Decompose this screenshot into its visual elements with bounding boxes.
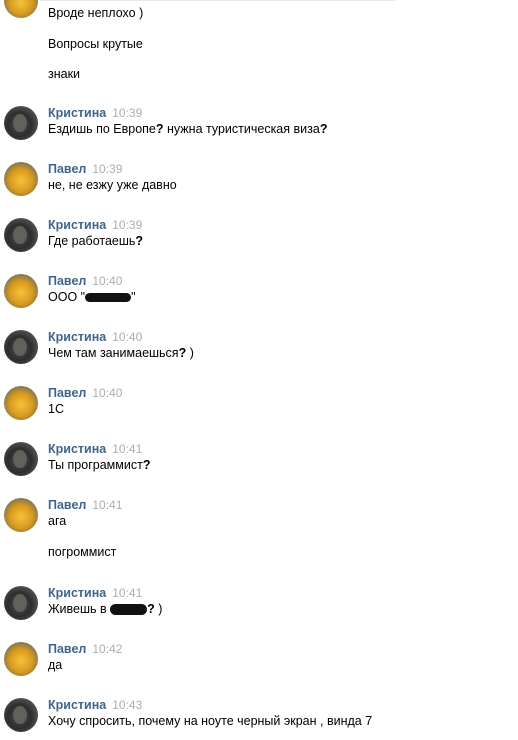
text-fragment: ) — [154, 602, 163, 616]
text-fragment: нужна туристическая виза — [163, 122, 320, 136]
question-mark: ? — [155, 122, 164, 136]
author-name[interactable]: Павел — [48, 498, 86, 512]
message-text: Чем там занимаешься? ) — [48, 346, 194, 360]
redaction-mark — [110, 604, 148, 616]
author-name[interactable]: Кристина — [48, 698, 106, 712]
avatar[interactable] — [4, 442, 38, 476]
question-mark: ? — [319, 122, 328, 136]
message-time[interactable]: 10:39 — [112, 218, 142, 232]
text-fragment: Ты программист — [48, 458, 143, 472]
author-name[interactable]: Павел — [48, 642, 86, 656]
author-name[interactable]: Кристина — [48, 218, 106, 232]
message-time[interactable]: 10:39 — [112, 106, 142, 120]
message-text: Где работаешь? — [48, 234, 143, 248]
avatar[interactable] — [4, 498, 38, 532]
question-mark: ? — [142, 458, 151, 472]
message-time[interactable]: 10:40 — [92, 386, 122, 400]
message-header: Кристина 10:39 — [48, 218, 142, 232]
message-time[interactable]: 10:42 — [92, 642, 122, 656]
message-text: знаки — [48, 67, 81, 81]
message-header: Кристина 10:41 — [48, 442, 142, 456]
avatar[interactable] — [4, 162, 38, 196]
avatar[interactable] — [4, 274, 38, 308]
text-fragment: ) — [186, 346, 194, 360]
text-fragment: Где работаешь — [48, 234, 136, 248]
author-name[interactable]: Кристина — [48, 106, 106, 120]
author-name[interactable]: Кристина — [48, 586, 106, 600]
author-name[interactable]: Павел — [48, 386, 86, 400]
message-time[interactable]: 10:41 — [112, 586, 142, 600]
message-header: Павел 10:42 — [48, 642, 122, 656]
avatar[interactable] — [4, 698, 38, 732]
avatar[interactable] — [4, 642, 38, 676]
author-name[interactable]: Павел — [48, 162, 86, 176]
text-fragment: ООО " — [48, 290, 86, 304]
message-text: Вопросы крутые — [48, 37, 143, 51]
question-mark: ? — [135, 234, 144, 248]
avatar[interactable] — [4, 106, 38, 140]
message-time[interactable]: 10:41 — [92, 498, 122, 512]
message-time[interactable]: 10:40 — [92, 274, 122, 288]
message-time[interactable]: 10:41 — [112, 442, 142, 456]
text-fragment: Живешь в — [48, 602, 111, 616]
message-text: Ездишь по Европе? нужна туристическая ви… — [48, 122, 327, 136]
message-text: Хочу спросить, почему на ноуте черный эк… — [48, 714, 373, 728]
message-time[interactable]: 10:39 — [92, 162, 122, 176]
message-time[interactable]: 10:43 — [112, 698, 142, 712]
message-header: Павел 10:41 — [48, 498, 122, 512]
message-text: Живешь в ? ) — [48, 602, 162, 616]
message-time[interactable]: 10:40 — [112, 330, 142, 344]
author-name[interactable]: Кристина — [48, 330, 106, 344]
message-text: 1С — [48, 402, 64, 416]
question-mark: ? — [147, 602, 155, 616]
avatar[interactable] — [4, 330, 38, 364]
message-text: Ты программист? — [48, 458, 150, 472]
message-text: погроммист — [48, 545, 117, 559]
message-header: Кристина 10:41 — [48, 586, 142, 600]
message-header: Павел 10:39 — [48, 162, 122, 176]
divider — [40, 0, 395, 1]
author-name[interactable]: Кристина — [48, 442, 106, 456]
text-fragment: Чем там занимаешься — [48, 346, 179, 360]
message-header: Кристина 10:40 — [48, 330, 142, 344]
text-fragment: Ездишь по Европе — [48, 122, 156, 136]
text-fragment: " — [131, 290, 136, 304]
avatar[interactable] — [4, 386, 38, 420]
author-name[interactable]: Павел — [48, 274, 86, 288]
message-header: Кристина 10:39 — [48, 106, 142, 120]
message-text: не, не езжу уже давно — [48, 178, 177, 192]
message-text: ага — [48, 514, 67, 528]
message-text: да — [48, 658, 63, 672]
avatar[interactable] — [4, 218, 38, 252]
message-header: Кристина 10:43 — [48, 698, 142, 712]
redaction-mark — [85, 293, 132, 303]
message-text: ООО " " — [48, 290, 136, 304]
message-header: Павел 10:40 — [48, 386, 122, 400]
message-header: Павел 10:40 — [48, 274, 122, 288]
avatar[interactable] — [4, 0, 38, 18]
avatar[interactable] — [4, 586, 38, 620]
message-text: Вроде неплохо ) — [48, 6, 144, 20]
